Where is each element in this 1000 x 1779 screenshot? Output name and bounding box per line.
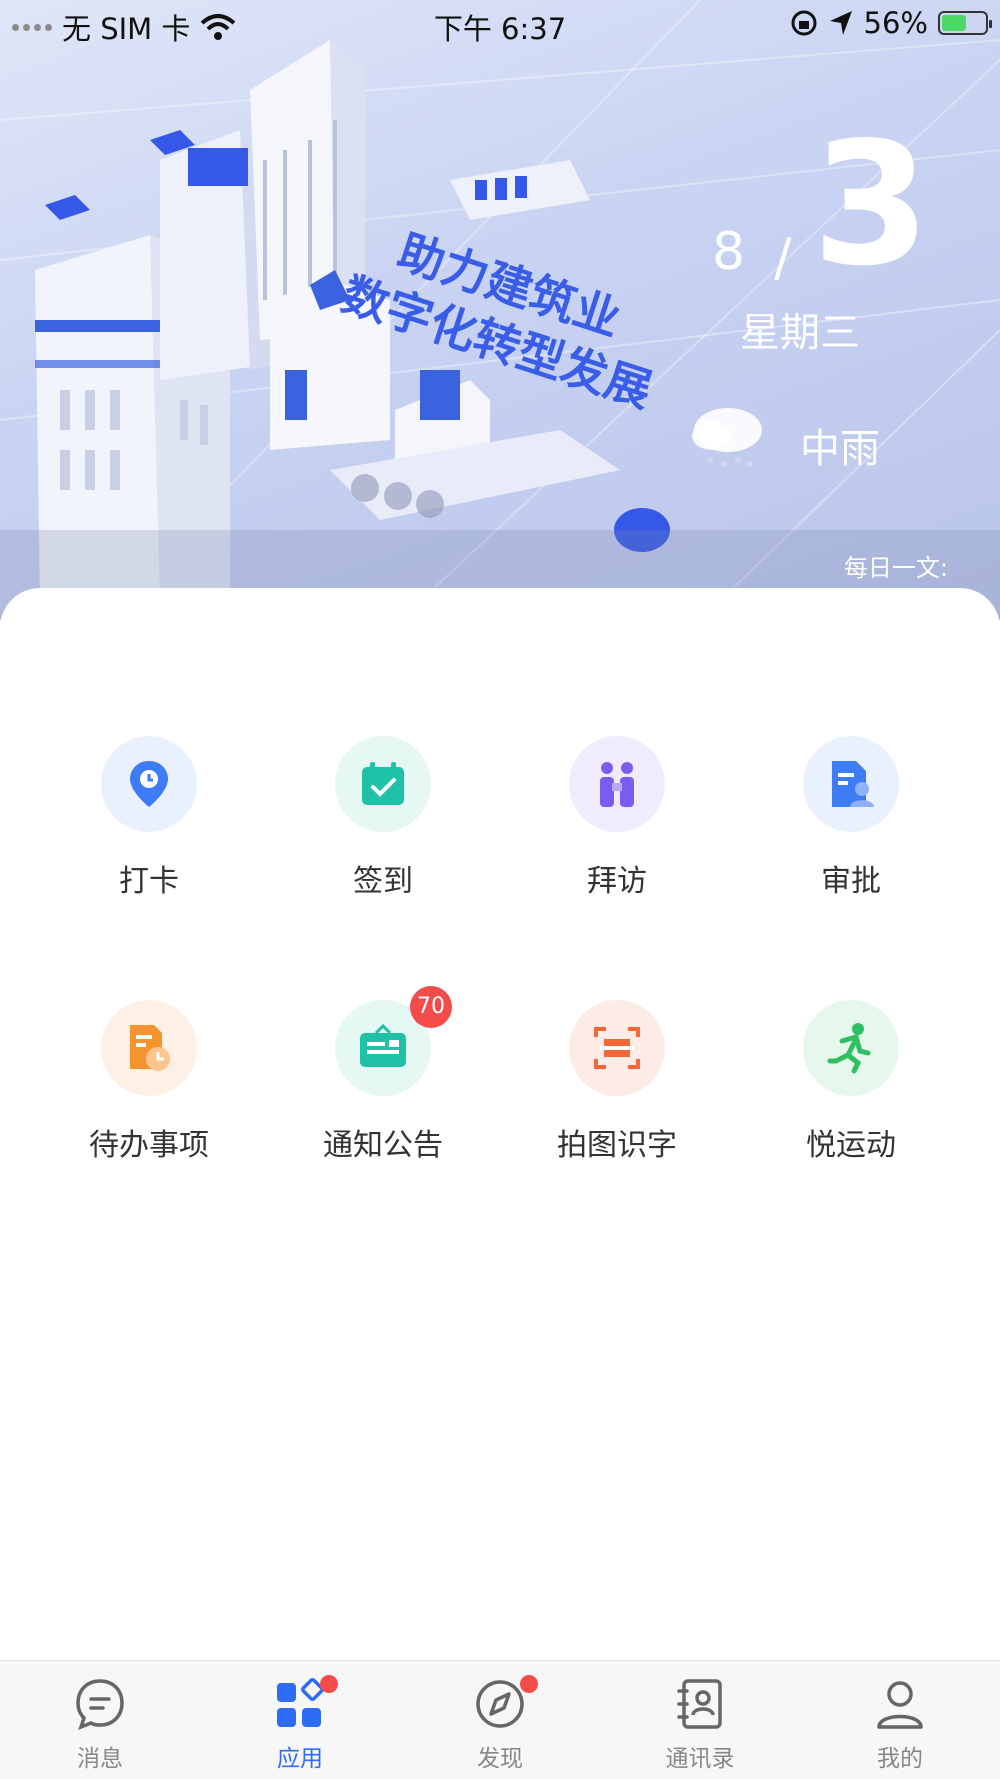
notification-dot <box>520 1675 538 1693</box>
tab-label: 我的 <box>877 1746 923 1772</box>
app-item-label: 待办事项 <box>89 1128 209 1163</box>
app-item-label: 拜访 <box>587 864 647 899</box>
contacts-book-icon <box>673 1677 727 1731</box>
rain-cloud-icon <box>692 408 762 467</box>
app-item[interactable]: 打卡 <box>32 736 266 916</box>
location-pin-icon <box>101 736 197 832</box>
app-item[interactable]: 拜访 <box>500 736 734 916</box>
tab-label: 通讯录 <box>665 1746 735 1772</box>
app-item-label: 签到 <box>353 864 413 899</box>
daily-quote-label: 每日一文: <box>843 554 948 582</box>
app-item[interactable]: 拍图识字 <box>500 1000 734 1180</box>
approval-doc-icon <box>803 736 899 832</box>
app-item-label: 拍图识字 <box>557 1128 677 1163</box>
tab-contacts-book[interactable]: 通讯录 <box>600 1661 800 1779</box>
message-icon <box>73 1677 127 1731</box>
tab-message[interactable]: 消息 <box>0 1661 200 1779</box>
date-separator: / <box>774 228 792 288</box>
app-item[interactable]: 审批 <box>734 736 968 916</box>
date-day: 3 <box>812 106 931 304</box>
bottom-tab-bar: 消息 应用 发现 通讯录 我的 <box>0 1660 1000 1779</box>
weekday-text: 星期三 <box>740 310 860 356</box>
app-item-label: 悦运动 <box>806 1128 896 1163</box>
visit-people-icon <box>569 736 665 832</box>
battery-level-fill <box>942 15 966 31</box>
tab-label: 消息 <box>77 1746 123 1772</box>
status-bar: 无 SIM 卡 下午 6:37 56% <box>0 0 1000 48</box>
todo-clock-icon <box>101 1000 197 1096</box>
notification-dot <box>320 1675 338 1693</box>
scan-text-icon <box>569 1000 665 1096</box>
profile-icon <box>873 1677 927 1731</box>
battery-icon <box>938 11 992 35</box>
app-item-label: 通知公告 <box>323 1128 443 1163</box>
header-banner: 助力建筑业 数字化转型发展 无 SIM 卡 下午 6:37 56% 8 / 3 … <box>0 0 1000 620</box>
apps-panel: 打卡 签到 拜访 审批待办事项 70 通知公告 拍图识字 悦运动 <box>0 588 1000 1660</box>
unread-count-badge: 70 <box>410 986 452 1028</box>
date-month: 8 <box>712 222 746 282</box>
app-item[interactable]: 待办事项 <box>32 1000 266 1180</box>
apps-grid-icon <box>273 1677 327 1731</box>
calendar-check-icon <box>335 736 431 832</box>
compass-icon <box>473 1677 527 1731</box>
tab-label: 应用 <box>277 1746 323 1772</box>
battery-percent: 56% <box>863 6 928 40</box>
tab-label: 发现 <box>477 1746 523 1772</box>
running-person-icon <box>803 1000 899 1096</box>
app-item-label: 打卡 <box>119 864 179 899</box>
app-item[interactable]: 70 通知公告 <box>266 986 500 1180</box>
tab-profile[interactable]: 我的 <box>800 1661 1000 1779</box>
tab-compass[interactable]: 发现 <box>400 1661 600 1779</box>
tab-apps-grid[interactable]: 应用 <box>200 1661 400 1779</box>
app-item[interactable]: 签到 <box>266 736 500 916</box>
weather-text: 中雨 <box>800 426 880 472</box>
app-item[interactable]: 悦运动 <box>734 1000 968 1180</box>
app-item-label: 审批 <box>821 864 881 899</box>
orientation-lock-icon <box>791 10 817 36</box>
location-arrow-icon <box>829 11 852 35</box>
